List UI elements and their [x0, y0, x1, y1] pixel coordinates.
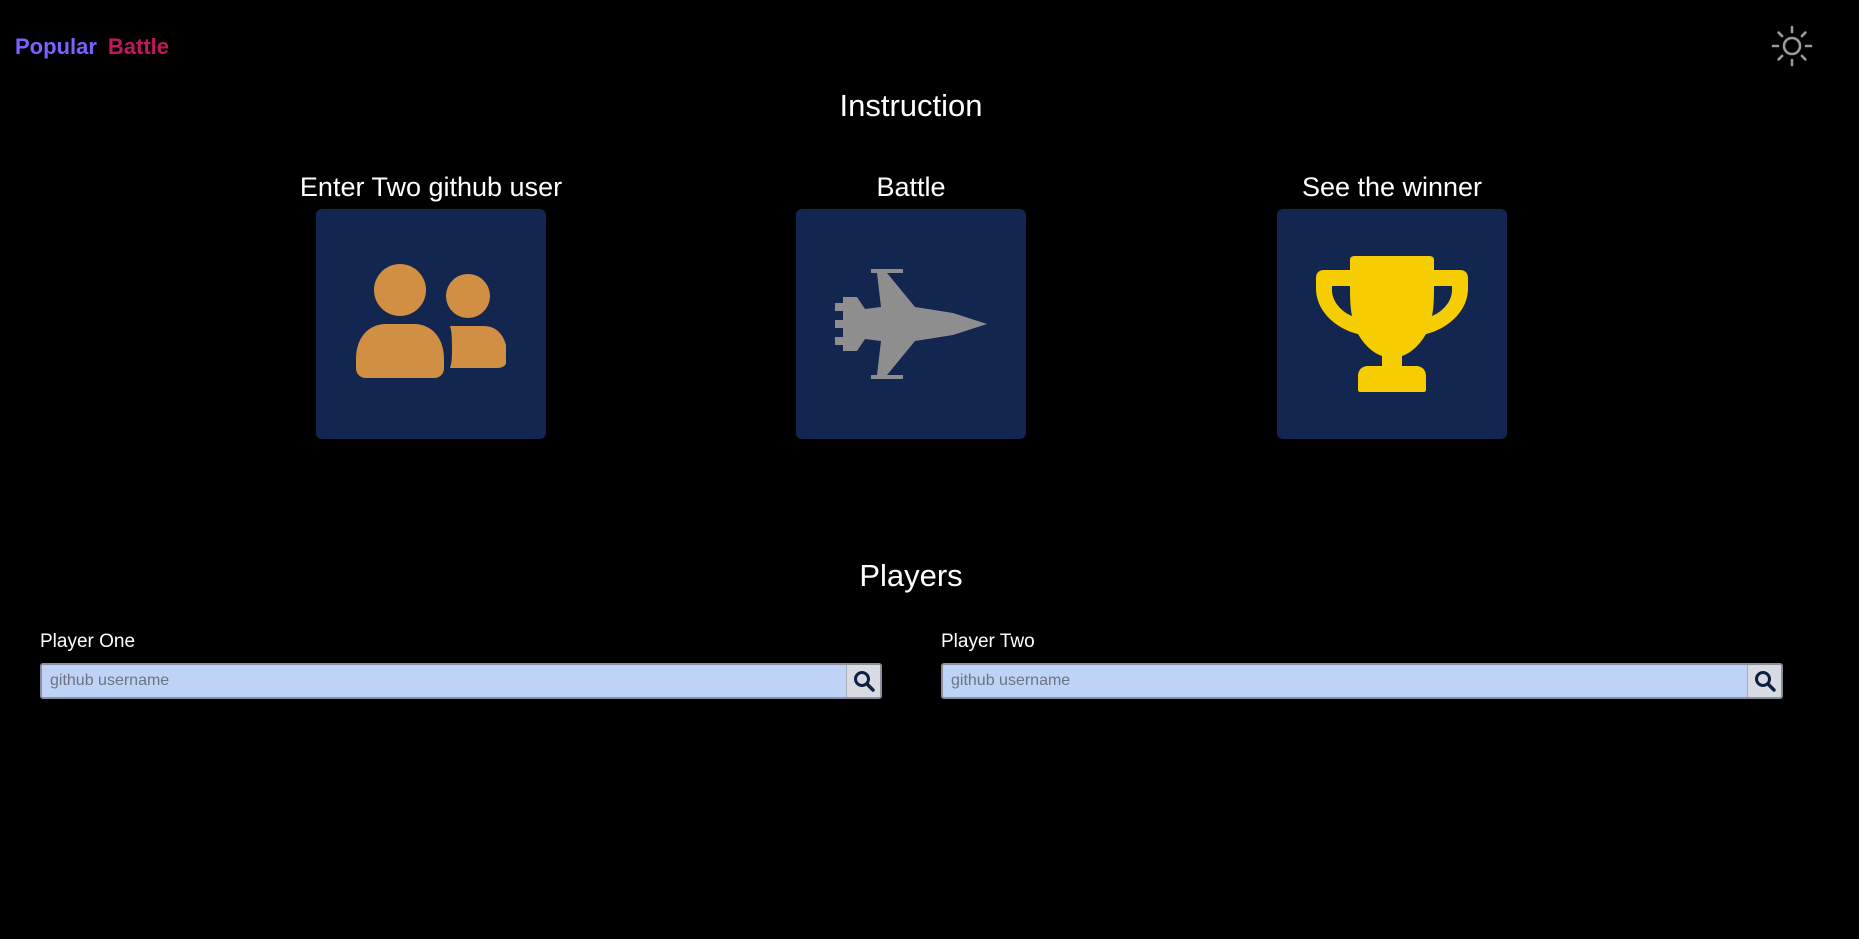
sun-icon — [1771, 25, 1813, 67]
search-icon — [1754, 671, 1776, 692]
fighter-jet-icon — [835, 269, 987, 379]
player-two-input-group — [941, 663, 1783, 699]
main-nav: Popular Battle — [15, 34, 169, 60]
step-card — [796, 209, 1026, 439]
battle-page: Popular Battle Instruction Enter Two git… — [0, 0, 1859, 939]
step-label: See the winner — [1301, 172, 1483, 202]
instruction-step-see-winner: See the winner — [1242, 171, 1542, 439]
step-label: Battle — [876, 172, 946, 202]
instruction-step-battle: Battle — [761, 171, 1061, 439]
step-label: Enter Two github user — [299, 172, 563, 202]
search-icon — [853, 671, 875, 692]
player-one-input[interactable] — [42, 665, 846, 697]
player-two-form: Player Two — [941, 631, 1783, 699]
users-icon — [356, 264, 506, 378]
nav-popular-link[interactable]: Popular — [15, 34, 97, 60]
player-one-search-button[interactable] — [846, 665, 880, 697]
step-card — [316, 209, 546, 439]
player-two-search-button[interactable] — [1747, 665, 1781, 697]
step-card — [1277, 209, 1507, 439]
player-one-form: Player One — [40, 631, 882, 699]
instruction-heading: Instruction — [839, 88, 983, 123]
player-two-input[interactable] — [943, 665, 1747, 697]
trophy-icon — [1316, 256, 1468, 392]
theme-toggle-button[interactable] — [1770, 24, 1814, 68]
nav-battle-link[interactable]: Battle — [108, 34, 169, 60]
players-heading: Players — [859, 558, 963, 593]
instruction-step-enter-users: Enter Two github user — [281, 171, 581, 439]
player-two-label: Player Two — [941, 631, 1035, 652]
player-one-label: Player One — [40, 631, 136, 652]
player-one-input-group — [40, 663, 882, 699]
